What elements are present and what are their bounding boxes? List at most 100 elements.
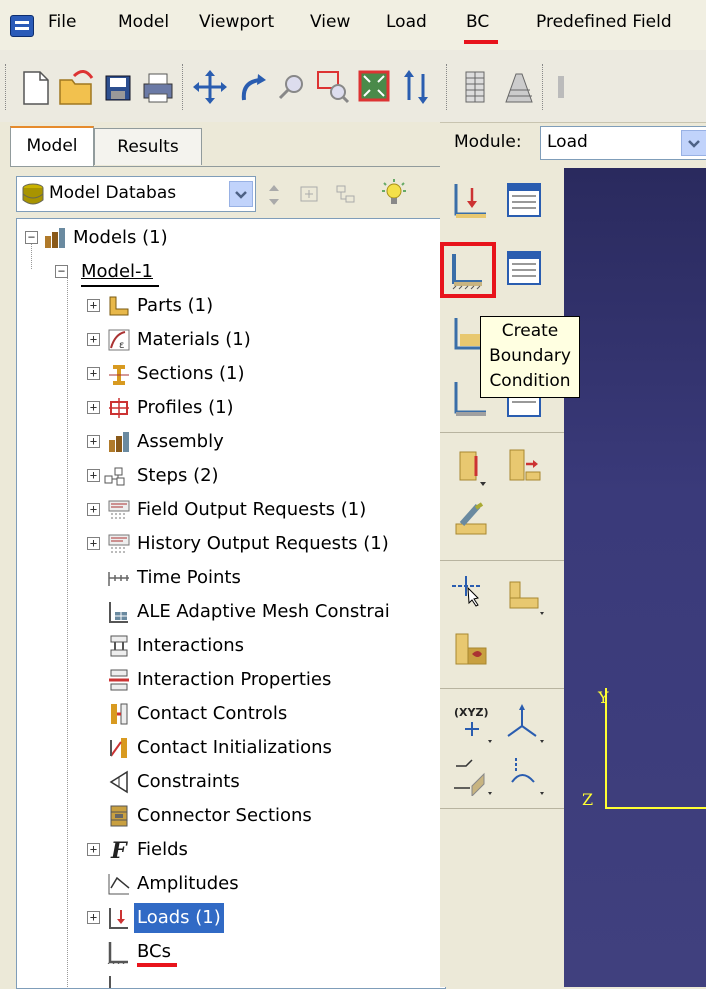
expand-icon[interactable]: + [87, 435, 100, 448]
open-folder-icon[interactable] [56, 64, 96, 110]
expand-icon[interactable]: + [87, 911, 100, 924]
bc-manager-icon[interactable] [502, 246, 546, 290]
tree-node-time-points[interactable]: Time Points [17, 563, 437, 593]
tree-node-profiles[interactable]: + Profiles (1) [17, 393, 437, 423]
chevron-down-icon[interactable] [681, 130, 706, 156]
collapse-icon[interactable]: − [25, 231, 38, 244]
create-field-icon[interactable] [450, 444, 494, 488]
module-label: Module: [454, 132, 522, 152]
tree-node-sections[interactable]: + Sections (1) [17, 359, 437, 389]
tree-label: Parts (1) [137, 295, 214, 316]
tree-node-interactions[interactable]: Interactions [17, 631, 437, 661]
create-discrete-field-icon[interactable] [450, 498, 494, 542]
menu-load[interactable]: Load [386, 12, 427, 32]
interactions-icon [110, 635, 128, 657]
expand-icon[interactable]: + [87, 537, 100, 550]
create-set-icon[interactable] [502, 574, 546, 618]
print-icon[interactable] [138, 64, 178, 110]
create-surface-icon[interactable] [450, 628, 494, 672]
model-database-select[interactable]: Model Databas [16, 176, 256, 212]
filter-tree-icon[interactable] [334, 182, 358, 208]
tree-node-loads[interactable]: + Loads (1) [17, 902, 437, 934]
create-load-icon[interactable] [450, 178, 494, 222]
expand-icon[interactable]: + [87, 299, 100, 312]
constraints-icon [109, 770, 128, 794]
tree-label-selected: Loads (1) [133, 902, 225, 934]
app-menu-icon[interactable] [10, 15, 34, 37]
menu-file[interactable]: File [48, 12, 76, 32]
tree-node-assembly[interactable]: + Assembly [17, 427, 437, 457]
load-manager-icon[interactable] [502, 178, 546, 222]
module-select[interactable]: Load [540, 126, 706, 160]
collapse-icon[interactable]: − [55, 265, 68, 278]
tree-node-model-1[interactable]: − Model-1 [17, 257, 437, 287]
tree-label: Models (1) [73, 227, 168, 248]
pan-icon[interactable] [190, 64, 230, 110]
database-icon [22, 183, 44, 205]
tree-node-field-output-requests[interactable]: + Field Output Requests (1) [17, 495, 437, 525]
tab-model[interactable]: Model [10, 126, 94, 166]
tree-node-bcs[interactable]: BCs [17, 937, 437, 967]
tree-node-constraints[interactable]: Constraints [17, 767, 437, 797]
expand-icon[interactable]: + [87, 469, 100, 482]
menu-bc[interactable]: BC [466, 12, 489, 32]
expand-icon[interactable]: + [87, 333, 100, 346]
expand-icon[interactable]: + [87, 367, 100, 380]
tooltip-line: Create [501, 321, 559, 341]
tree-label: Field Output Requests (1) [137, 499, 367, 520]
create-boundary-condition-button[interactable] [440, 242, 496, 298]
save-icon[interactable] [98, 64, 138, 110]
expand-icon[interactable]: + [87, 503, 100, 516]
tree-node-parts[interactable]: + Parts (1) [17, 291, 437, 321]
expand-icon[interactable]: + [87, 401, 100, 414]
create-datum-axis-icon[interactable] [502, 752, 546, 796]
render-icon[interactable] [498, 64, 538, 110]
create-datum-plane-icon[interactable] [450, 752, 494, 798]
chevron-down-icon[interactable] [229, 181, 253, 207]
new-file-icon[interactable] [14, 64, 54, 110]
box-zoom-icon[interactable] [312, 64, 352, 110]
menu-view[interactable]: View [310, 12, 350, 32]
tree-node-connector-sections[interactable]: Connector Sections [17, 801, 437, 831]
rotate-icon[interactable] [232, 64, 272, 110]
zoom-icon[interactable] [272, 64, 312, 110]
tree-node-amplitudes[interactable]: Amplitudes [17, 869, 437, 899]
tree-node-history-output-requests[interactable]: + History Output Requests (1) [17, 529, 437, 559]
tree-node-contact-initializations[interactable]: Contact Initializations [17, 733, 437, 763]
tree-label: Interactions [137, 635, 245, 656]
tree-node-ale-adaptive-mesh[interactable]: ALE Adaptive Mesh Constrai [17, 597, 437, 627]
lightbulb-icon[interactable] [380, 178, 408, 210]
tree-node-contact-controls[interactable]: Contact Controls [17, 699, 437, 729]
svg-text:ε: ε [119, 340, 124, 351]
create-datum-point-icon[interactable]: (XYZ) [450, 700, 494, 744]
mesh-icon[interactable] [456, 64, 496, 110]
menu-predefined-field[interactable]: Predefined Field [536, 12, 672, 32]
viewport-canvas[interactable]: Y Z [564, 168, 706, 987]
axis-y-label: Y [598, 688, 609, 707]
tree-label: Sections (1) [137, 363, 245, 384]
expand-icon[interactable]: + [87, 843, 100, 856]
triad-axes-icon [605, 688, 706, 809]
auto-fit-icon[interactable] [354, 64, 394, 110]
menu-viewport[interactable]: Viewport [199, 12, 274, 32]
materials-icon: ε [108, 329, 130, 351]
up-down-arrows-icon[interactable] [262, 182, 286, 208]
tree-node-interaction-properties[interactable]: Interaction Properties [17, 665, 437, 695]
svg-text:(XYZ): (XYZ) [454, 706, 488, 719]
tree-label: Profiles (1) [137, 397, 234, 418]
toolbar-overflow-icon[interactable] [552, 64, 592, 110]
create-datum-csys-icon[interactable] [502, 700, 546, 744]
tree-label: Fields [137, 839, 188, 860]
tree-node-materials[interactable]: + ε Materials (1) [17, 325, 437, 355]
menu-model[interactable]: Model [118, 12, 169, 32]
tree-node-steps[interactable]: + Steps (2) [17, 461, 437, 491]
cycle-views-icon[interactable] [396, 64, 436, 110]
parts-icon [109, 296, 129, 316]
collapse-tree-icon[interactable] [298, 182, 322, 208]
tab-results[interactable]: Results [94, 128, 202, 165]
tree-node-fields[interactable]: + F Fields [17, 835, 437, 865]
create-analytical-field-icon[interactable] [502, 444, 546, 488]
tree-label: Time Points [137, 567, 241, 588]
tree-node-models[interactable]: − Models (1) [17, 223, 437, 253]
query-pick-icon[interactable] [450, 570, 494, 614]
